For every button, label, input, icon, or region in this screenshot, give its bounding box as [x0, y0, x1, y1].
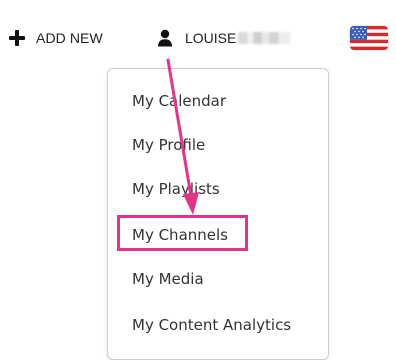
user-dropdown-menu: My Calendar My Profile My Playlists My C…	[107, 68, 329, 360]
user-icon	[158, 29, 172, 47]
menu-item-my-channels[interactable]: My Channels	[132, 225, 228, 245]
menu-item-my-calendar[interactable]: My Calendar	[132, 91, 226, 111]
user-menu-button[interactable]: LOUISE	[157, 26, 291, 50]
add-new-label: ADD NEW	[36, 30, 103, 46]
top-bar: ADD NEW LOUISE	[0, 0, 396, 68]
menu-item-my-content-analytics[interactable]: My Content Analytics	[132, 315, 291, 335]
menu-item-my-playlists[interactable]: My Playlists	[132, 179, 220, 199]
plus-icon	[8, 29, 26, 47]
us-flag-icon[interactable]	[350, 26, 388, 50]
menu-item-my-profile[interactable]: My Profile	[132, 135, 205, 155]
menu-item-my-media[interactable]: My Media	[132, 269, 204, 289]
redacted-surname	[238, 32, 291, 44]
add-new-button[interactable]: ADD NEW	[8, 26, 103, 50]
user-name: LOUISE	[185, 30, 237, 46]
